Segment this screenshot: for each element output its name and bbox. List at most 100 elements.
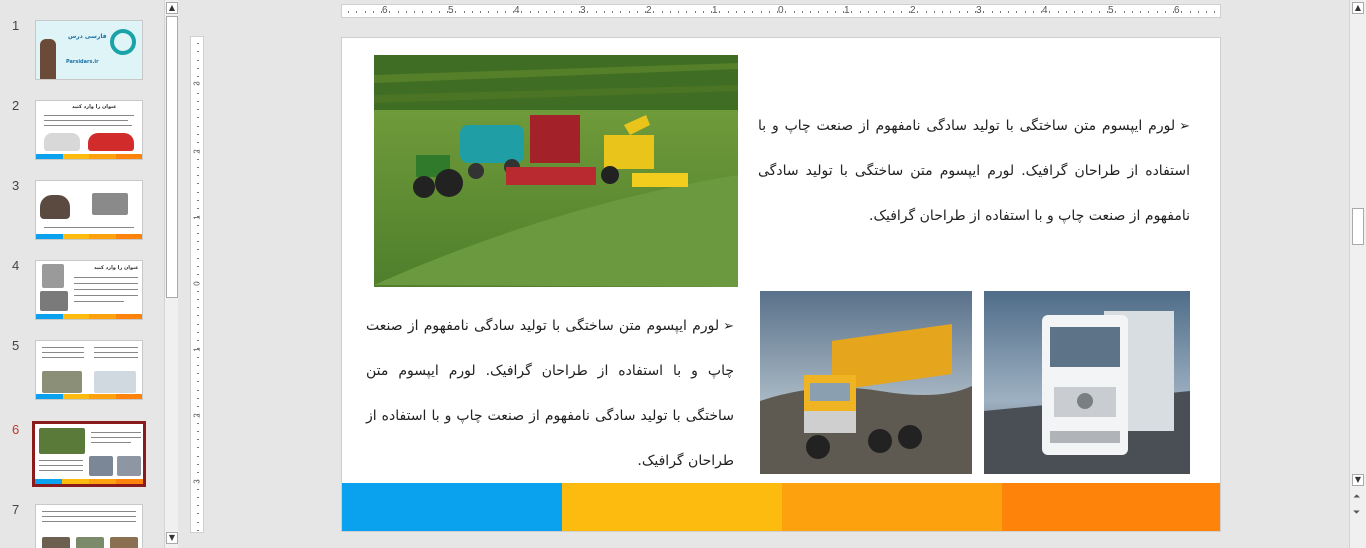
ruler-label: 1 (712, 5, 718, 16)
ruler-tick (197, 455, 199, 457)
thumbnail-scrollbar[interactable]: ▲ ▼ (164, 0, 178, 548)
ruler-tick (892, 11, 894, 13)
ruler-tick (197, 480, 199, 482)
farm-machinery-photo[interactable] (374, 55, 738, 287)
thumbnail-row-5[interactable]: 5 (0, 338, 164, 402)
ruler-tick (197, 290, 199, 292)
ruler-tick (463, 11, 465, 13)
previous-slide-icon[interactable]: ⏶ (1353, 492, 1360, 502)
ruler-tick (197, 142, 199, 143)
ruler-tick (966, 11, 968, 13)
thumbnail-row-7[interactable]: 7 (0, 502, 164, 548)
scroll-down-icon[interactable]: ▼ (1352, 474, 1364, 486)
text-block-top[interactable]: ➢لورم ایپسوم متن ساختگی با تولید سادگی ن… (758, 104, 1190, 239)
ruler-tick (1024, 11, 1026, 13)
ruler-tick (197, 364, 199, 366)
ruler-tick (372, 11, 374, 13)
ruler-tick (570, 11, 572, 13)
ruler-tick (950, 11, 952, 13)
ruler-tick (925, 11, 927, 13)
ruler-tick (389, 11, 391, 13)
dump-truck-photo[interactable] (760, 291, 972, 474)
scroll-up-icon[interactable]: ▲ (1352, 2, 1364, 14)
ruler-tick (1090, 11, 1092, 13)
scroll-thumb[interactable] (1352, 208, 1364, 245)
ruler-tick (1181, 11, 1183, 13)
thumbnail-slide-1[interactable]: فارسی درس Parsidars.ir (35, 20, 143, 80)
ruler-tick (562, 11, 564, 13)
ruler-tick (1041, 11, 1042, 13)
ruler-tick (991, 11, 993, 13)
thumb-title: فارسی درس (68, 33, 107, 40)
thumbnail-slide-5[interactable] (35, 340, 143, 400)
thumbnail-row-6[interactable]: 6 (0, 421, 164, 487)
ruler-tick (1131, 11, 1133, 13)
ruler-tick (197, 274, 199, 275)
ruler-tick (1173, 11, 1174, 13)
ruler-tick (197, 381, 199, 383)
thumbnail-number: 5 (12, 338, 20, 353)
thumb-title: عنوان را وارد کنید (72, 104, 117, 110)
ruler-tick (1156, 11, 1158, 13)
ruler-tick (197, 208, 199, 209)
scroll-up-icon[interactable]: ▲ (166, 2, 178, 14)
ruler-tick (793, 11, 795, 13)
thumbnail-slide-2[interactable]: عنوان را وارد کنید (35, 100, 143, 160)
ruler-tick (504, 11, 506, 13)
next-slide-icon[interactable]: ⏷ (1353, 508, 1360, 518)
text-block-bottom[interactable]: ➢لورم ایپسوم متن ساختگی با تولید سادگی ن… (366, 304, 734, 484)
thumbnail-row-3[interactable]: 3 (0, 178, 164, 242)
ruler-tick (735, 11, 737, 13)
ruler-label: 3 (976, 5, 982, 16)
ruler-label: 6 (382, 5, 388, 16)
ruler-tick (884, 11, 886, 13)
color-bar-dark-orange (1002, 483, 1220, 531)
color-bar-blue (342, 483, 562, 531)
thumbnail-row-1[interactable]: 1 فارسی درس Parsidars.ir (0, 18, 164, 82)
ruler-tick (537, 11, 539, 13)
thumbnail-number: 6 (12, 422, 20, 437)
thumbnail-slide-7[interactable] (35, 504, 143, 548)
ruler-tick (197, 307, 199, 308)
ruler-tick (197, 430, 199, 432)
thumbnail-row-2[interactable]: 2 عنوان را وارد کنید (0, 98, 164, 162)
ruler-label: 2 (646, 5, 652, 16)
thumbnail-slide-3[interactable] (35, 180, 143, 240)
ruler-tick (859, 11, 861, 13)
ruler-label: 5 (448, 5, 454, 16)
farm-machines-image (39, 428, 85, 454)
scroll-down-icon[interactable]: ▼ (166, 532, 178, 544)
thumbnail-slide-4[interactable]: عنوان را وارد کنید (35, 260, 143, 320)
ruler-tick (909, 11, 910, 13)
thumbnail-slide-6-selected[interactable] (32, 421, 146, 487)
ruler-tick (197, 315, 199, 317)
ruler-tick (834, 11, 836, 13)
ruler-tick (197, 191, 199, 193)
scroll-thumb[interactable] (166, 16, 178, 298)
ruler-tick (197, 224, 199, 226)
white-truck-photo[interactable] (984, 291, 1190, 474)
ruler-label: 0 (778, 5, 784, 16)
ruler-tick (595, 11, 597, 13)
ruler-tick (405, 11, 407, 13)
ruler-tick (197, 175, 199, 176)
thumbnail-number: 1 (12, 18, 20, 33)
bus-image (42, 371, 82, 393)
main-scrollbar[interactable]: ▲ ▼ ⏶ ⏷ (1349, 0, 1366, 548)
ruler-tick (694, 11, 696, 13)
ruler-tick (197, 513, 199, 515)
ruler-tick (197, 117, 199, 119)
ruler-tick (826, 11, 828, 13)
ruler-tick (197, 100, 199, 102)
ruler-label: 3 (580, 5, 586, 16)
ruler-tick (1148, 11, 1150, 13)
ruler-label: 6 (1174, 5, 1180, 16)
ruler-tick (422, 11, 424, 13)
ruler-tick (438, 11, 440, 13)
thumbnail-row-4[interactable]: 4 عنوان را وارد کنید (0, 258, 164, 322)
ruler-tick (197, 298, 199, 300)
ruler-tick (1057, 11, 1059, 13)
ruler-tick (777, 11, 778, 13)
ruler-tick (933, 11, 935, 13)
slide-canvas[interactable]: ➢لورم ایپسوم متن ساختگی با تولید سادگی ن… (341, 37, 1221, 532)
